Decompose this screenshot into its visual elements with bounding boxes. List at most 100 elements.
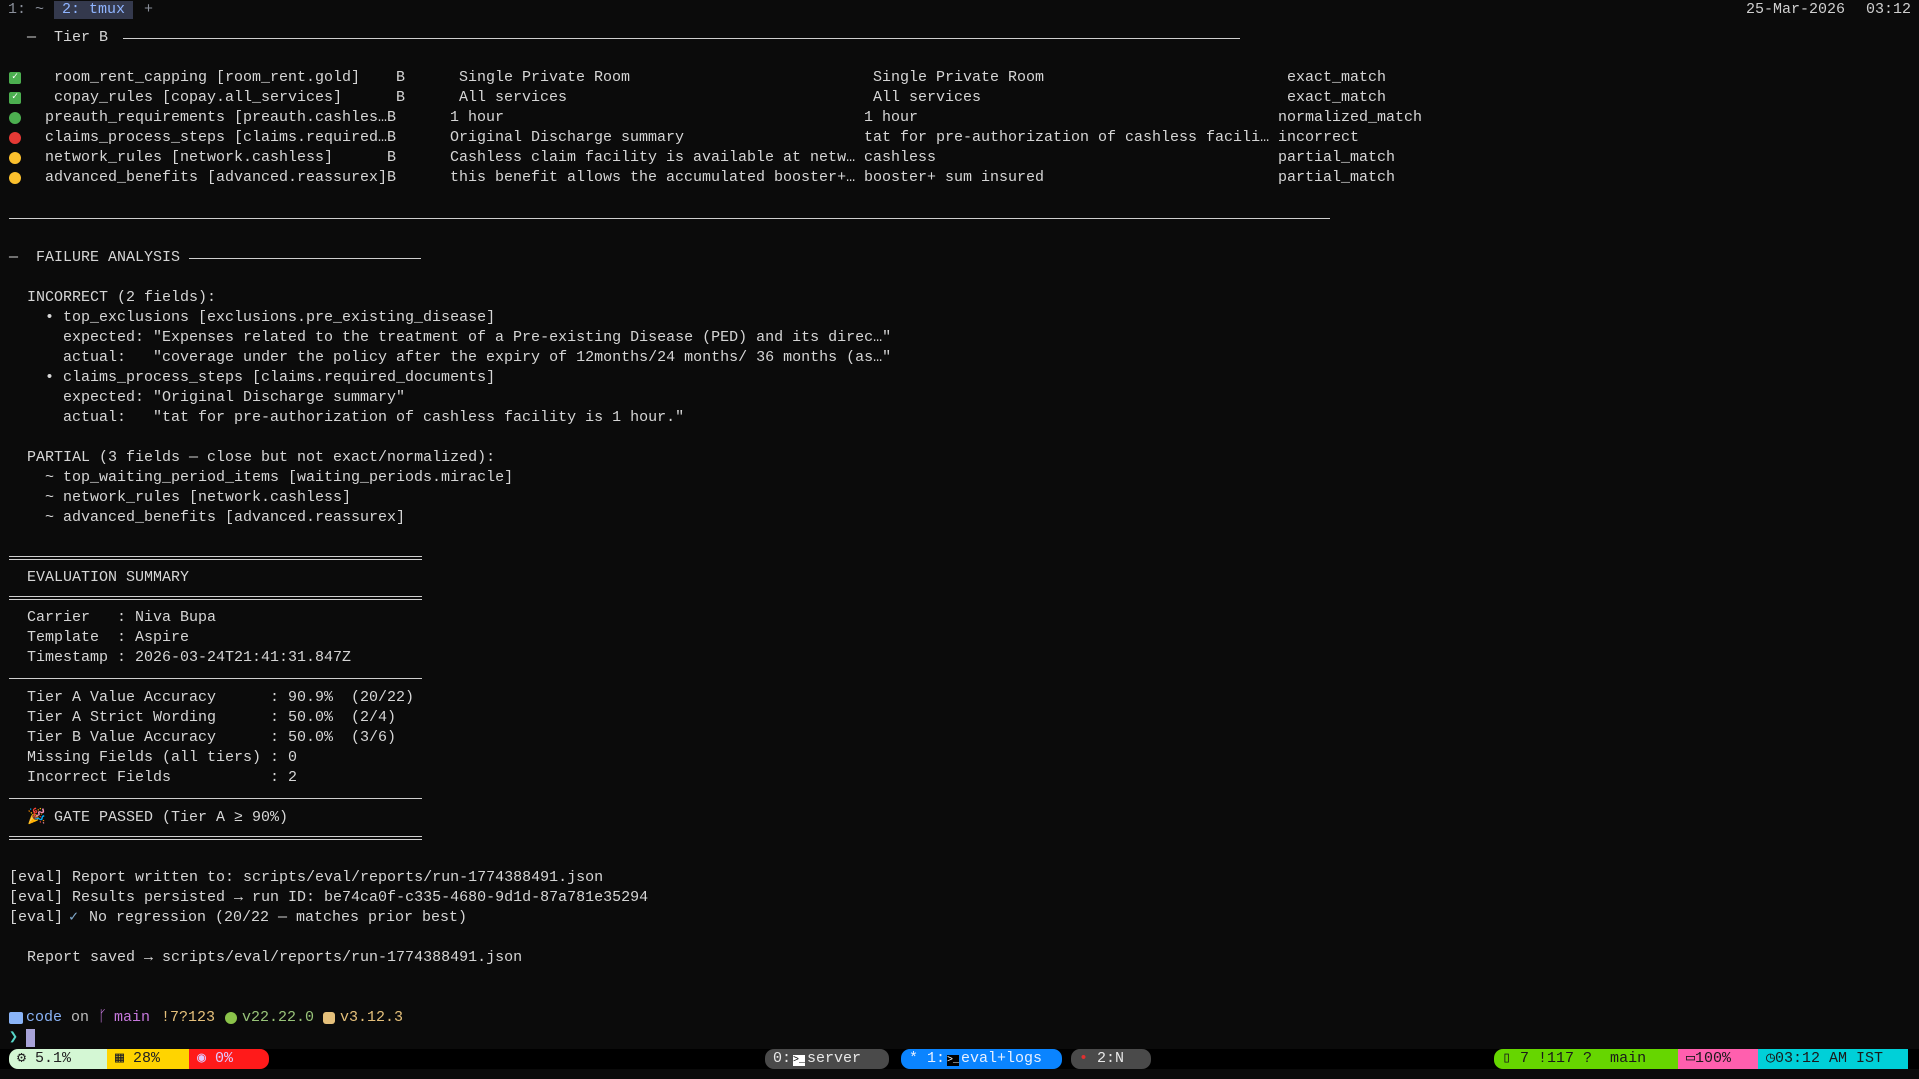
actual-value: cashless (864, 148, 936, 168)
new-window-button[interactable]: + (136, 1, 161, 19)
log-line: [eval] (9, 908, 72, 928)
gpu-icon: ◉ (197, 1050, 215, 1067)
git-segment: ▯ 7 !117 ? main (1494, 1049, 1678, 1069)
git-status: 7 !117 ? main (1520, 1050, 1646, 1067)
tier: B (387, 108, 396, 128)
summary-meta-value: 2026-03-24T21:41:31.847Z (135, 648, 351, 668)
clock-segment: ◷03:12 AM IST (1758, 1049, 1908, 1069)
incorrect-field: top_exclusions [exclusions.pre_existing_… (63, 308, 495, 328)
incorrect-header: INCORRECT (2 fields): (27, 288, 216, 308)
cursor[interactable] (26, 1029, 35, 1047)
table-row: preauth_requirements [preauth.cashles…B1… (9, 108, 1509, 128)
party-icon: 🎉 (27, 808, 46, 828)
failure-analysis-title: FAILURE ANALYSIS (36, 248, 180, 268)
tier: B (387, 128, 396, 148)
memory-segment: ▦ 28% (107, 1049, 189, 1069)
bullet: • (45, 368, 54, 388)
match-status: incorrect (1278, 128, 1359, 148)
python-icon (323, 1012, 335, 1024)
metric-label: Missing Fields (all tiers) (27, 748, 261, 768)
date: 25-Mar-2026 (1746, 0, 1845, 20)
colon: : (117, 648, 126, 668)
gpu-value: 0% (215, 1050, 233, 1067)
table-row: advanced_benefits [advanced.reassurex]Bt… (9, 168, 1509, 188)
terminal-icon: >_ (793, 1055, 805, 1066)
metric-label: Tier A Strict Wording (27, 708, 216, 728)
tmux-window-2[interactable]: • 2:N (1071, 1049, 1151, 1069)
metric-ratio: (2/4) (351, 708, 396, 728)
metric-label: Incorrect Fields (27, 768, 171, 788)
tmux-window-eval-logs[interactable]: * 1:>_eval+logs (901, 1049, 1062, 1069)
actual-value: All services (873, 88, 981, 108)
metric-value: 2 (288, 768, 297, 788)
field-name: advanced_benefits [advanced.reassurex] (45, 168, 387, 188)
table-row: network_rules [network.cashless]BCashles… (9, 148, 1509, 168)
summary-meta-label: Carrier (27, 608, 90, 628)
clock-value: 03:12 AM IST (1775, 1050, 1883, 1067)
battery-value: 100% (1695, 1050, 1731, 1067)
tmux-window-server[interactable]: 0:>_server (765, 1049, 889, 1069)
summary-meta-label: Template (27, 628, 99, 648)
match-status: partial_match (1278, 168, 1395, 188)
expected-label: expected: (63, 328, 144, 348)
colon: : (270, 748, 279, 768)
double-divider (9, 596, 422, 600)
bullet: • (45, 308, 54, 328)
expected-value: Original Discharge summary (450, 128, 684, 148)
metric-ratio: (20/22) (351, 688, 414, 708)
table-row: claims_process_steps [claims.required…BO… (9, 128, 1509, 148)
yellow-status-icon (9, 172, 21, 184)
field-name: preauth_requirements [preauth.cashles… (45, 108, 387, 128)
log-line: [eval] Report written to: scripts/eval/r… (9, 868, 603, 888)
check-icon: ✓ (9, 72, 21, 84)
tmux-status-bar: ⚙ 5.1% ▦ 28% ◉ 0% 0:>_server * 1:>_eval+… (0, 1049, 1919, 1069)
colon: : (270, 728, 279, 748)
terminal-icon: >_ (947, 1055, 959, 1066)
metric-ratio: (3/6) (351, 728, 396, 748)
failure-analysis-header: — FAILURE ANALYSIS (9, 248, 429, 268)
actual-value: Single Private Room (873, 68, 1044, 88)
red-status-icon (9, 132, 21, 144)
partial-header: PARTIAL (3 fields — close but not exact/… (27, 448, 495, 468)
tier-b-title: Tier B (54, 28, 108, 48)
cpu-value: 5.1% (35, 1050, 71, 1067)
actual-value: "coverage under the policy after the exp… (153, 348, 891, 368)
colon: : (117, 628, 126, 648)
prompt-dir: code (26, 1008, 62, 1028)
summary-meta-value: Niva Bupa (135, 608, 216, 628)
divider (9, 798, 422, 799)
metric-label: Tier A Value Accuracy (27, 688, 216, 708)
check-icon: ✓ (9, 92, 21, 104)
divider (9, 678, 422, 679)
clock-icon: ◷ (1766, 1050, 1775, 1067)
expected-value: Cashless claim facility is available at … (450, 148, 855, 168)
tier: B (396, 88, 405, 108)
expected-value: this benefit allows the accumulated boos… (450, 168, 855, 188)
divider (9, 218, 1330, 219)
log-line: No regression (20/22 — matches prior bes… (89, 908, 467, 928)
summary-meta-value: Aspire (135, 628, 189, 648)
battery-segment: ▭100% (1678, 1049, 1758, 1069)
divider (189, 258, 421, 259)
divider (123, 38, 1240, 39)
yellow-status-icon (9, 152, 21, 164)
time: 03:12 (1866, 0, 1911, 20)
double-divider (9, 556, 422, 560)
shell-prompt: code on ᚴ main !7?123 v22.22.0 v3.12.3 (9, 1008, 609, 1028)
memory-value: 28% (133, 1050, 160, 1067)
summary-meta-label: Timestamp (27, 648, 108, 668)
prompt-branch: main (114, 1008, 150, 1028)
expected-value: "Expenses related to the treatment of a … (153, 328, 891, 348)
actual-value: booster+ sum insured (864, 168, 1044, 188)
git-branch-icon: ᚴ (98, 1008, 107, 1028)
colon: : (270, 688, 279, 708)
green-status-icon (9, 112, 21, 124)
match-status: normalized_match (1278, 108, 1422, 128)
tmux-window-2[interactable]: 2: tmux (54, 1, 133, 19)
actual-label: actual: (63, 348, 126, 368)
expected-value: All services (459, 88, 567, 108)
partial-field: top_waiting_period_items [waiting_period… (63, 468, 513, 488)
tmux-window-1[interactable]: 1: ~ (0, 1, 52, 19)
match-status: exact_match (1287, 88, 1386, 108)
tier: B (387, 168, 396, 188)
